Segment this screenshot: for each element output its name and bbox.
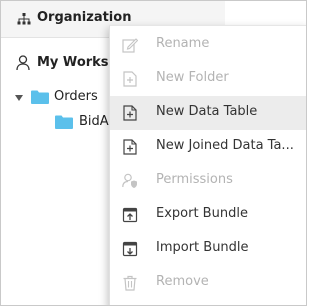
trash-icon <box>123 275 137 291</box>
menu-item-label: Permissions <box>156 172 233 187</box>
new-joined-data-table-icon <box>123 139 137 155</box>
new-data-table-icon <box>123 105 137 121</box>
menu-item-remove[interactable]: Remove <box>110 266 306 300</box>
menu-item-label: Import Bundle <box>156 240 249 255</box>
context-menu: Rename New Folder New Data Table New Joi… <box>109 25 306 305</box>
user-icon <box>16 55 30 71</box>
export-bundle-icon <box>122 207 138 223</box>
menu-item-label: New Data Table <box>156 104 258 119</box>
edit-icon <box>122 38 138 53</box>
menu-item-new-folder[interactable]: New Folder <box>110 62 306 96</box>
menu-item-new-data-table[interactable]: New Data Table <box>110 96 306 130</box>
tree-item-label: Orders <box>54 89 98 104</box>
menu-item-label: Rename <box>156 36 210 51</box>
organization-label: Organization <box>37 10 132 25</box>
menu-item-import-bundle[interactable]: Import Bundle <box>110 232 306 266</box>
caret-down-icon[interactable] <box>15 95 23 101</box>
menu-item-label: Remove <box>156 274 209 289</box>
permissions-icon <box>122 173 137 188</box>
new-folder-icon <box>123 71 137 87</box>
organization-icon <box>17 13 31 25</box>
import-bundle-icon <box>122 241 138 257</box>
menu-item-label: New Joined Data Ta... <box>156 138 294 153</box>
folder-icon <box>31 90 49 104</box>
menu-item-export-bundle[interactable]: Export Bundle <box>110 198 306 232</box>
menu-item-new-joined-data-table[interactable]: New Joined Data Ta... <box>110 130 306 164</box>
menu-item-label: Export Bundle <box>156 206 248 221</box>
folder-icon <box>55 115 73 129</box>
menu-item-rename[interactable]: Rename <box>110 28 306 62</box>
menu-item-label: New Folder <box>156 70 229 85</box>
app-frame: Organization My Workspace Orders BidAs R… <box>0 0 307 306</box>
menu-item-permissions[interactable]: Permissions <box>110 164 306 198</box>
